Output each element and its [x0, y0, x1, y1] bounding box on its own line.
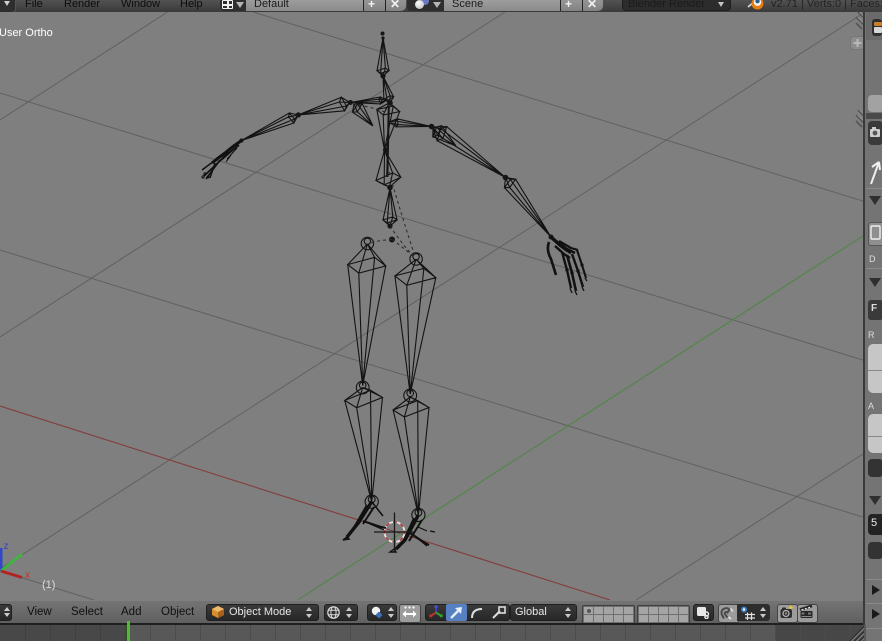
svg-text:x: x — [25, 570, 30, 581]
svg-text:User Ortho: User Ortho — [0, 27, 53, 39]
svg-text:z: z — [4, 541, 9, 552]
svg-text:(1): (1) — [42, 579, 55, 591]
